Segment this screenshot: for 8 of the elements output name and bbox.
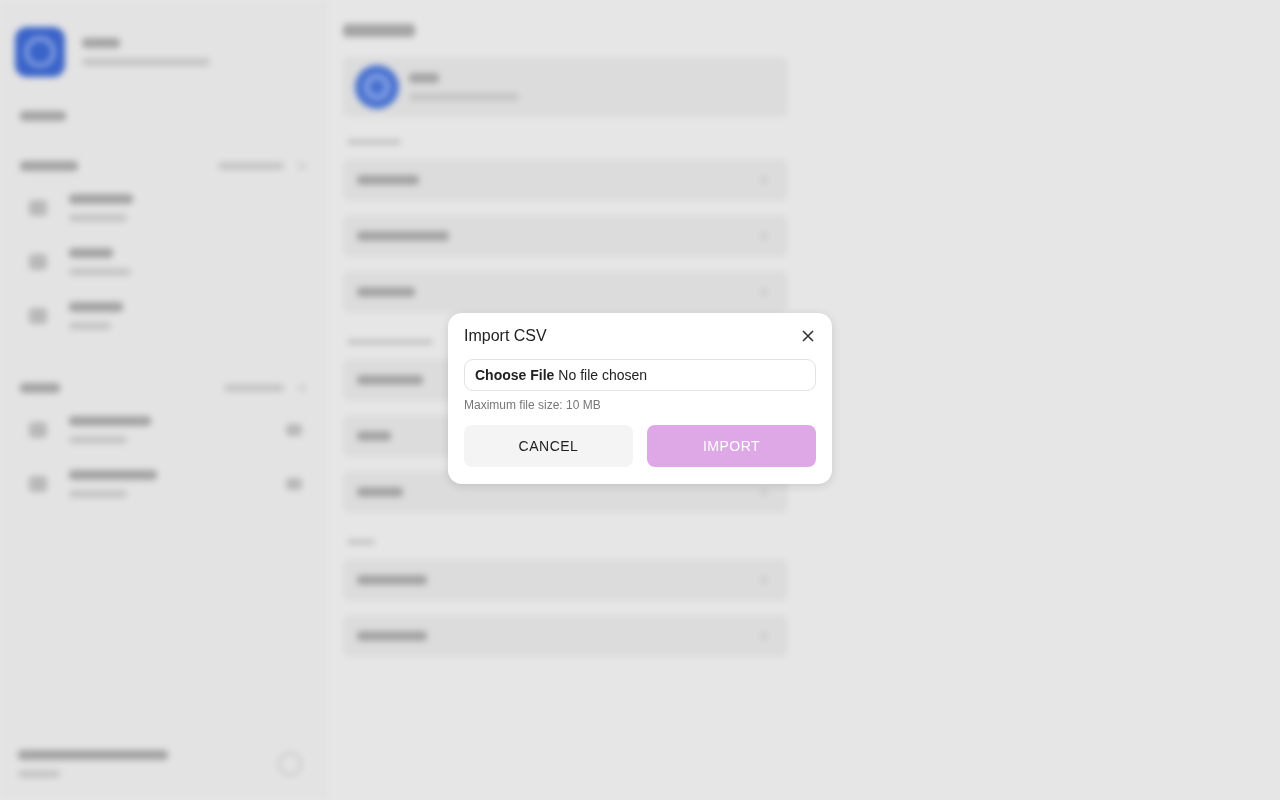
close-button[interactable] xyxy=(802,330,814,342)
choose-file-trigger[interactable]: Choose File xyxy=(475,367,555,383)
file-input-field[interactable]: Choose File No file chosen xyxy=(464,359,816,391)
file-size-hint: Maximum file size: 10 MB xyxy=(464,398,602,412)
cancel-button[interactable]: CANCEL xyxy=(464,425,633,467)
file-status-text: No file chosen xyxy=(558,367,648,383)
close-icon xyxy=(802,330,814,342)
dialog-title: Import CSV xyxy=(464,327,547,345)
